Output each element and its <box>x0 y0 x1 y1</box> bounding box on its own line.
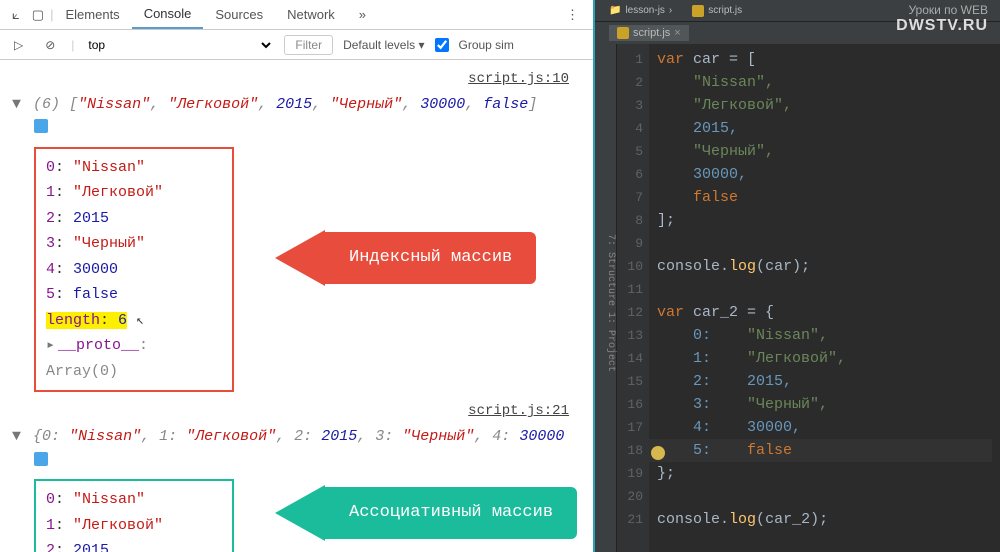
info-badge-icon[interactable] <box>34 452 48 466</box>
devtools-menu-icon[interactable]: ⋮ <box>558 7 587 23</box>
js-file-icon <box>617 27 629 39</box>
group-checkbox[interactable] <box>435 38 449 52</box>
source-link-2[interactable]: script.js:21 <box>12 400 581 424</box>
indexed-array-box: 0: "Nissan" 1: "Легковой" 2: 2015 3: "Че… <box>34 147 234 393</box>
execute-icon[interactable]: ▷ <box>8 36 29 54</box>
breadcrumb-folder[interactable]: 📁 lesson-js › <box>599 0 682 21</box>
context-select[interactable]: top <box>84 37 274 53</box>
breadcrumb-file[interactable]: script.js <box>682 0 752 21</box>
code-content[interactable]: var car = [ "Nissan", "Легковой", 2015, … <box>649 44 1000 552</box>
filter-input[interactable]: Filter <box>284 35 333 55</box>
inspect-icon[interactable]: ⟀ <box>6 7 26 23</box>
js-file-icon <box>692 5 704 17</box>
array-length-hint: (6) <box>33 96 60 113</box>
cursor-icon: ↖ <box>136 310 144 332</box>
info-badge-icon[interactable] <box>34 119 48 133</box>
associative-array-box: 0: "Nissan" 1: "Легковой" 2: 2015 3: "Че… <box>34 479 234 552</box>
array-preview[interactable]: ▼ (6) ["Nissan", "Легковой", 2015, "Черн… <box>12 92 581 118</box>
associative-array-arrow: Ассоциативный массив <box>275 485 577 541</box>
levels-dropdown[interactable]: Default levels ▾ <box>343 38 424 52</box>
tool-window-tabs[interactable]: 7: Structure 1: Project <box>595 44 617 552</box>
editor-area[interactable]: 7: Structure 1: Project 1234567891011121… <box>595 44 1000 552</box>
object-preview[interactable]: ▼ {0: "Nissan", 1: "Легковой", 2: 2015, … <box>12 424 581 450</box>
tab-sources[interactable]: Sources <box>203 0 275 29</box>
clear-icon[interactable]: ⊘ <box>39 36 61 54</box>
group-label: Group sim <box>459 38 514 52</box>
devtools-pane: ⟀ ▢ | Elements Console Sources Network »… <box>0 0 595 552</box>
expand-arrow-icon[interactable]: ▼ <box>12 428 21 445</box>
tab-network[interactable]: Network <box>275 0 347 29</box>
expand-arrow-icon[interactable]: ▼ <box>12 96 21 113</box>
source-link-1[interactable]: script.js:10 <box>12 68 581 92</box>
watermark-logo: Уроки по WEB DWSTV.RU <box>896 4 988 35</box>
line-gutter: 123456789101112131415161718192021 <box>617 44 649 552</box>
proto-expand-icon[interactable]: ▸ <box>46 337 55 354</box>
tab-console[interactable]: Console <box>132 0 204 29</box>
open-tab-scriptjs[interactable]: script.js × <box>609 25 689 41</box>
tab-elements[interactable]: Elements <box>53 0 131 29</box>
console-output: script.js:10 ▼ (6) ["Nissan", "Легковой"… <box>0 60 593 552</box>
device-icon[interactable]: ▢ <box>26 7 50 23</box>
tab-more[interactable]: » <box>347 0 378 29</box>
intention-bulb-icon[interactable] <box>651 446 665 460</box>
devtools-tabstrip: ⟀ ▢ | Elements Console Sources Network »… <box>0 0 593 30</box>
close-icon[interactable]: × <box>674 27 680 39</box>
indexed-array-arrow: Индексный массив <box>275 230 536 286</box>
editor-pane: Уроки по WEB DWSTV.RU 📁 lesson-js › scri… <box>595 0 1000 552</box>
console-toolbar: ▷ ⊘ | top Filter Default levels ▾ Group … <box>0 30 593 60</box>
